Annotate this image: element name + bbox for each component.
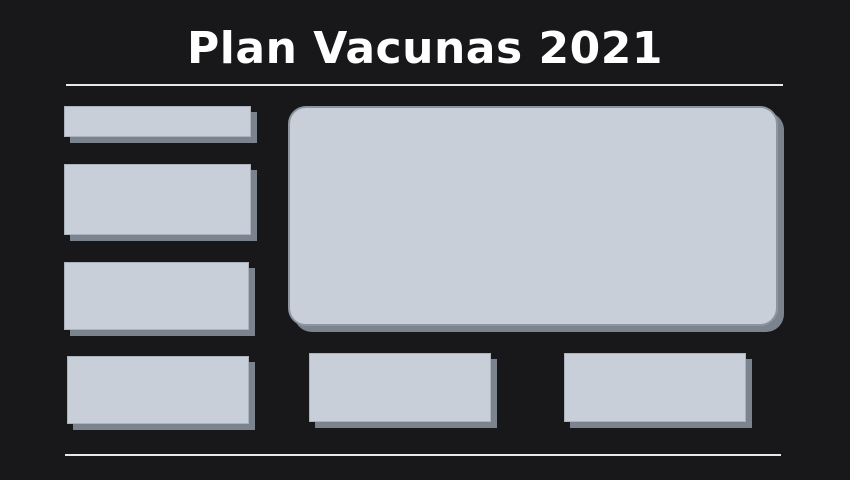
- panel-left-4: [67, 356, 249, 424]
- page-title: Plan Vacunas 2021: [187, 23, 663, 74]
- panel-left-2: [64, 164, 251, 235]
- header-divider: [66, 84, 783, 86]
- panel-main: [288, 106, 778, 326]
- footer-divider: [65, 454, 781, 456]
- panel-left-3: [64, 262, 249, 330]
- panel-left-1: [64, 106, 251, 137]
- panel-bottom-center: [309, 353, 491, 422]
- panel-bottom-right: [564, 353, 746, 422]
